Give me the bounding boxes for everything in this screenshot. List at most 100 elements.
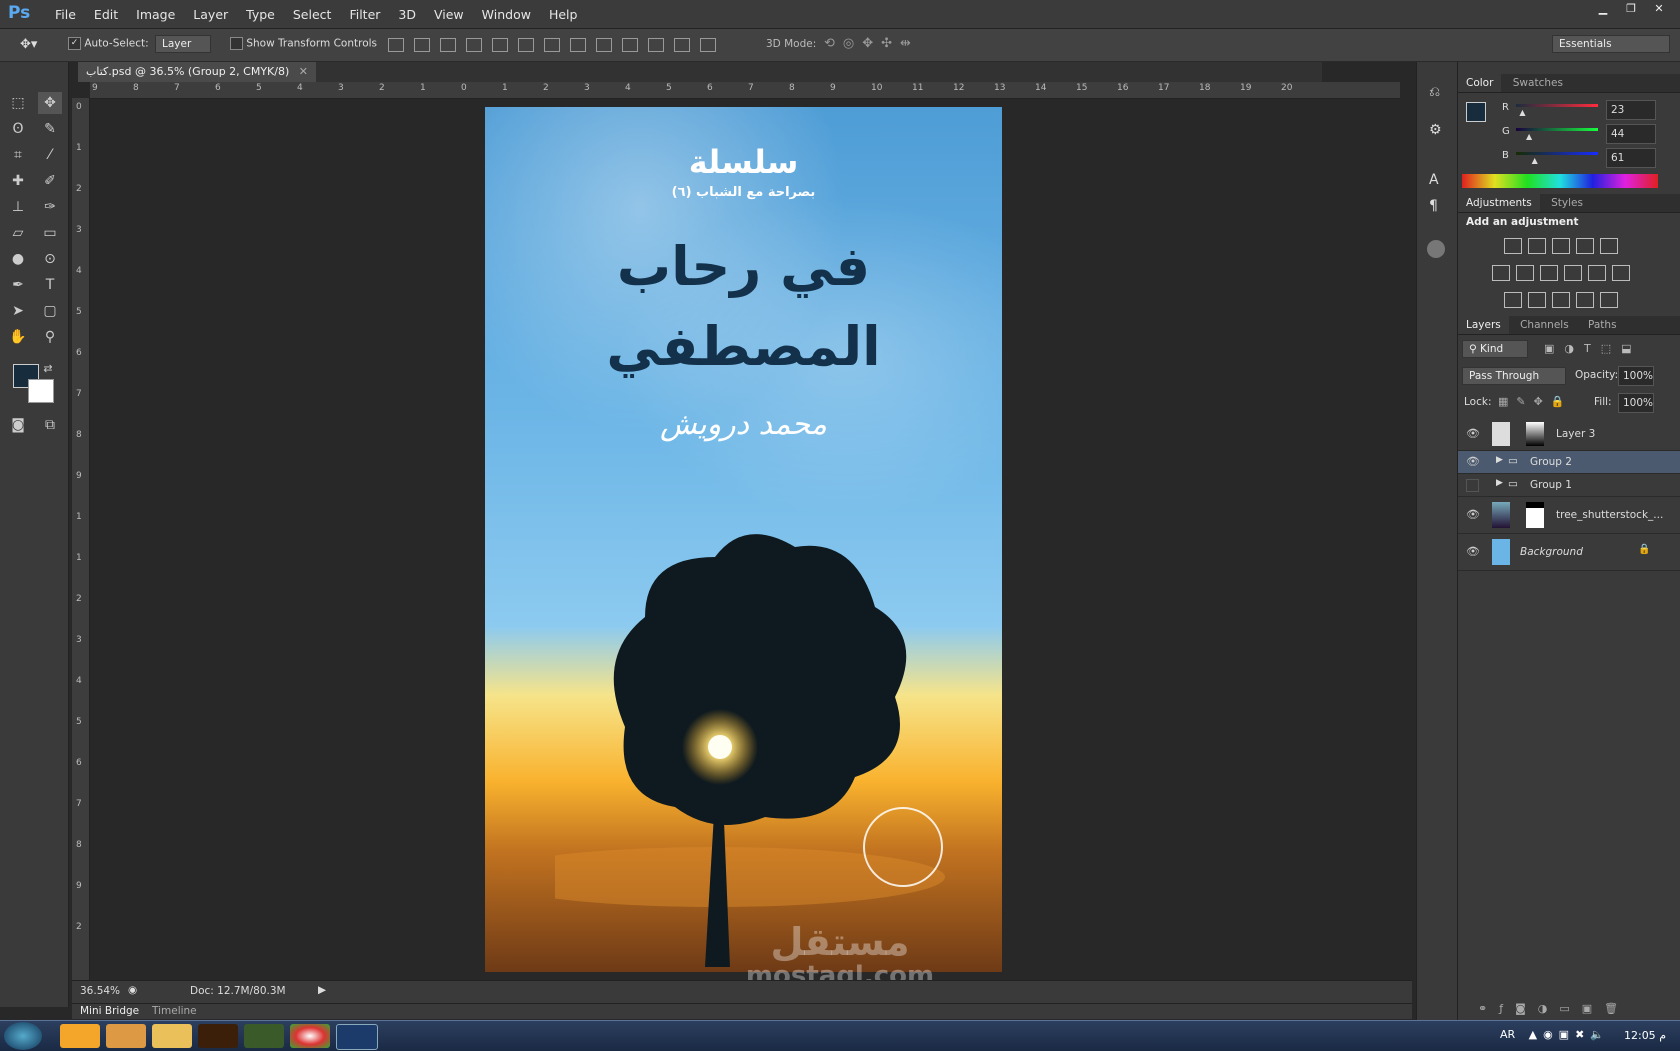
color-lookup-icon[interactable] <box>1612 265 1630 281</box>
workspace-dropdown[interactable]: Essentials <box>1552 35 1670 53</box>
book-cover-artwork[interactable]: سلسلة بصراحة مع الشباب (٦) في رحاب المصط… <box>485 107 1002 972</box>
color-balance-icon[interactable] <box>1516 265 1534 281</box>
layer-row-background[interactable]: 👁 Background 🔒 <box>1458 534 1680 571</box>
photoshop-taskbar-icon[interactable] <box>336 1024 378 1050</box>
dodge-tool-icon[interactable]: ⊙ <box>38 248 62 270</box>
align-left-icon[interactable] <box>466 38 482 52</box>
visibility-eye-icon[interactable]: 👁 <box>1466 508 1480 521</box>
history-brush-icon[interactable]: ✑ <box>38 196 62 218</box>
lasso-tool-icon[interactable]: ʘ <box>6 118 30 140</box>
r-value[interactable]: 23 <box>1606 100 1656 120</box>
crop-tool-icon[interactable]: ⌗ <box>6 144 30 166</box>
color-foreground-swatch[interactable] <box>1466 102 1486 122</box>
properties-panel-icon[interactable]: ⚙ <box>1429 122 1442 138</box>
start-button[interactable] <box>4 1022 42 1050</box>
menu-window[interactable]: Window <box>473 7 540 22</box>
expand-arrow-icon[interactable]: ▶ <box>1496 455 1503 465</box>
auto-select-checkbox[interactable]: ✓ <box>68 37 81 50</box>
distribute-left-icon[interactable] <box>622 38 638 52</box>
shape-tool-icon[interactable]: ▢ <box>38 300 62 322</box>
align-hcenter-icon[interactable] <box>492 38 508 52</box>
menu-layer[interactable]: Layer <box>184 7 237 22</box>
hand-tool-icon[interactable]: ✋ <box>6 326 30 348</box>
blur-tool-icon[interactable]: ● <box>6 248 30 270</box>
transform-controls-checkbox[interactable] <box>230 37 243 50</box>
distribute-hcenter-icon[interactable] <box>648 38 664 52</box>
path-select-icon[interactable]: ➤ <box>6 300 30 322</box>
chrome-icon[interactable] <box>290 1024 330 1048</box>
3d-mode-icons[interactable]: ⟲◎✥✣⇹ <box>824 36 919 51</box>
menu-edit[interactable]: Edit <box>85 7 127 22</box>
visibility-eye-icon[interactable]: 👁 <box>1466 545 1480 558</box>
tab-color[interactable]: Color <box>1458 74 1502 92</box>
lock-icons[interactable]: ▦✎✥🔒 <box>1498 395 1573 408</box>
visibility-eye-icon[interactable]: 👁 <box>1466 455 1480 468</box>
b-slider-thumb[interactable]: ▲ <box>1532 156 1538 165</box>
brightness-icon[interactable] <box>1504 238 1522 254</box>
layer-filter-icons[interactable]: ▣◑T⬚⬓ <box>1544 342 1642 355</box>
menu-filter[interactable]: Filter <box>340 7 389 22</box>
auto-select-option[interactable]: ✓ Auto-Select: <box>68 37 149 50</box>
quick-mask-icon[interactable]: ◙ <box>6 414 30 436</box>
kuler-panel-icon[interactable] <box>1427 240 1445 258</box>
clone-stamp-icon[interactable]: ⊥ <box>6 196 30 218</box>
align-top-icon[interactable] <box>388 38 404 52</box>
gradient-map-icon[interactable] <box>1600 292 1618 308</box>
distribute-right-icon[interactable] <box>674 38 690 52</box>
restore-icon[interactable]: ❐ <box>1620 2 1642 16</box>
auto-align-icon[interactable] <box>700 38 716 52</box>
distribute-top-icon[interactable] <box>544 38 560 52</box>
black-white-icon[interactable] <box>1540 265 1558 281</box>
app-icon[interactable] <box>106 1024 146 1048</box>
visibility-eye-icon[interactable]: 👁 <box>1466 427 1480 440</box>
tab-swatches[interactable]: Swatches <box>1505 74 1571 92</box>
illustrator-icon[interactable] <box>198 1024 238 1048</box>
character-panel-icon[interactable]: A <box>1429 172 1439 188</box>
close-tab-icon[interactable]: ✕ <box>299 65 308 78</box>
threshold-icon[interactable] <box>1552 292 1570 308</box>
exposure-icon[interactable] <box>1576 238 1594 254</box>
screen-mode-icon[interactable]: ⧉ <box>38 414 62 436</box>
status-menu-arrow-icon[interactable]: ▶ <box>318 984 326 996</box>
r-slider-thumb[interactable]: ▲ <box>1519 108 1525 117</box>
status-info-icon[interactable]: ◉ <box>128 984 137 996</box>
background-color-swatch[interactable] <box>28 379 54 403</box>
invert-icon[interactable] <box>1504 292 1522 308</box>
history-panel-icon[interactable]: ⎌ <box>1429 84 1440 100</box>
layers-footer-icons[interactable]: ⚭ƒ◙◑▭▣🗑 <box>1478 1002 1630 1015</box>
media-player-icon[interactable] <box>60 1024 100 1048</box>
b-slider[interactable]: ▲ <box>1516 152 1598 165</box>
document-tab[interactable]: كتاب.psd @ 36.5% (Group 2, CMYK/8) ✕ <box>78 62 316 82</box>
terminal-icon[interactable] <box>244 1024 284 1048</box>
zoom-tool-icon[interactable]: ⚲ <box>38 326 62 348</box>
layer-filter-dropdown[interactable]: ⚲ Kind <box>1462 340 1528 358</box>
tray-icons[interactable]: ▲◉▣✖🔈 <box>1529 1028 1610 1041</box>
align-right-icon[interactable] <box>518 38 534 52</box>
zoom-level[interactable]: 36.54% <box>80 985 120 997</box>
fill-value[interactable]: 100% <box>1618 393 1654 413</box>
g-slider[interactable]: ▲ <box>1516 128 1598 141</box>
close-icon[interactable]: ✕ <box>1648 2 1670 16</box>
clock[interactable]: 12:05 م <box>1624 1029 1666 1042</box>
opacity-value[interactable]: 100% <box>1618 366 1654 386</box>
g-slider-thumb[interactable]: ▲ <box>1526 132 1532 141</box>
menu-help[interactable]: Help <box>540 7 587 22</box>
align-bottom-icon[interactable] <box>440 38 456 52</box>
visibility-toggle-off[interactable] <box>1466 479 1479 492</box>
auto-select-dropdown[interactable]: Layer <box>155 35 211 53</box>
color-spectrum[interactable] <box>1462 174 1658 188</box>
menu-file[interactable]: File <box>46 7 85 22</box>
eraser-tool-icon[interactable]: ▱ <box>6 222 30 244</box>
tab-mini-bridge[interactable]: Mini Bridge <box>80 1005 139 1017</box>
move-tool-icon[interactable]: ✥ <box>38 92 62 114</box>
channel-mixer-icon[interactable] <box>1588 265 1606 281</box>
move-tool-icon[interactable]: ✥▾ <box>20 37 37 52</box>
menu-type[interactable]: Type <box>237 7 284 22</box>
paragraph-panel-icon[interactable]: ¶ <box>1429 198 1438 214</box>
language-indicator[interactable]: AR <box>1500 1028 1515 1041</box>
distribute-bottom-icon[interactable] <box>596 38 612 52</box>
expand-arrow-icon[interactable]: ▶ <box>1496 478 1503 488</box>
layer-row-group1[interactable]: ▶ ▭ Group 1 <box>1458 474 1680 497</box>
tab-styles[interactable]: Styles <box>1543 194 1591 212</box>
file-explorer-icon[interactable] <box>152 1024 192 1048</box>
